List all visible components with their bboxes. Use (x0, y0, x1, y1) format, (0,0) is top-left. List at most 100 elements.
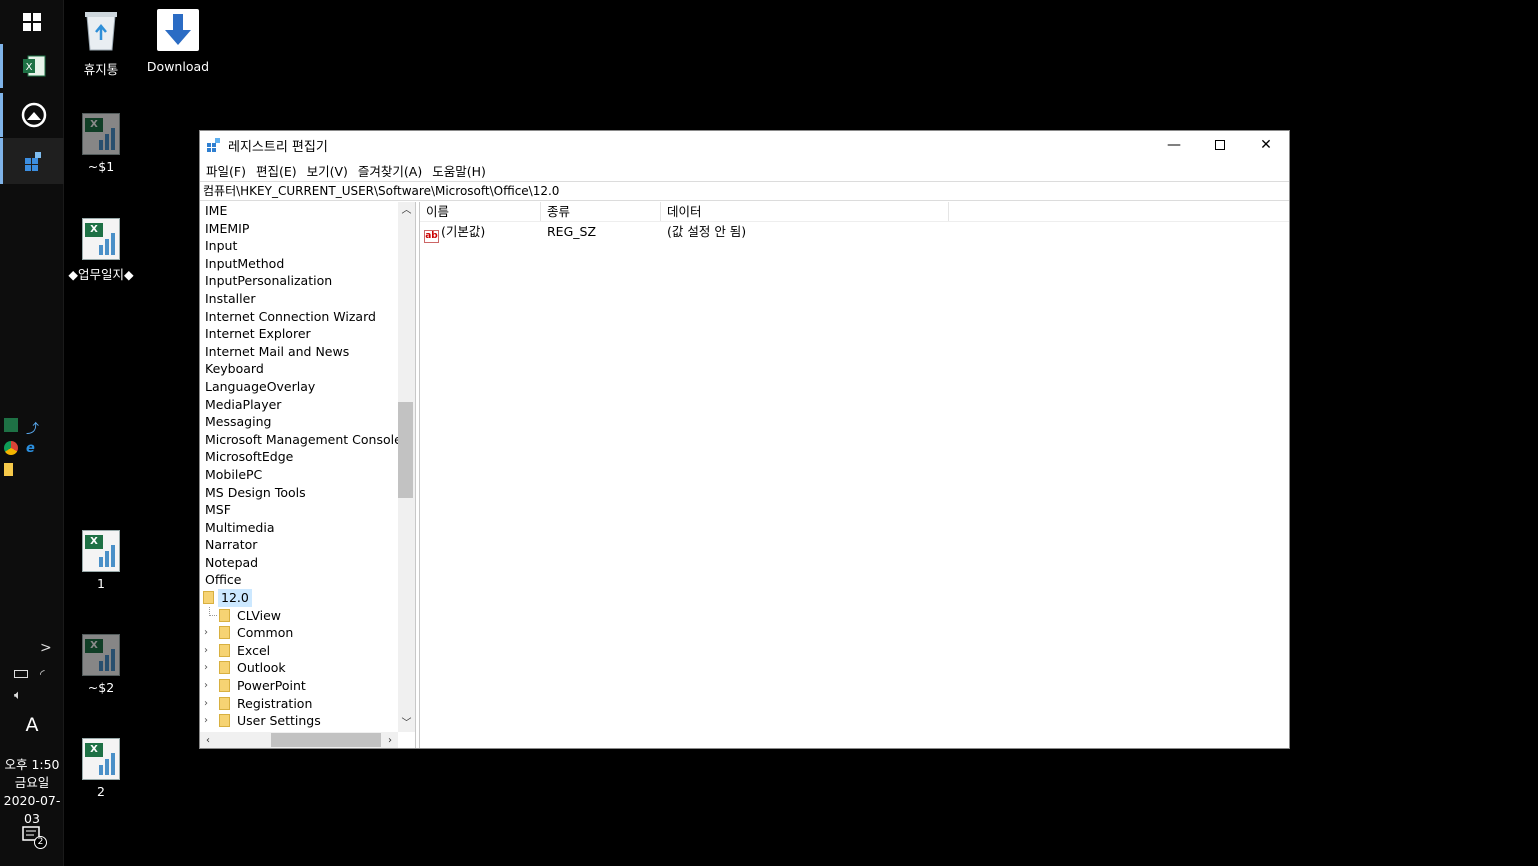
tree-item[interactable]: Keyboard (200, 360, 398, 378)
string-value-icon: ab (424, 230, 439, 243)
chrome-icon[interactable] (4, 441, 18, 455)
desktop-icon-work-log[interactable]: X ◆업무일지◆ (63, 218, 139, 283)
tree-subkey[interactable]: › Excel (200, 642, 398, 660)
tree-item[interactable]: MediaPlayer (200, 396, 398, 414)
menu-help[interactable]: 도움말(H) (428, 161, 490, 180)
tree-subkey[interactable]: › User Settings (200, 712, 398, 730)
taskbar-regedit[interactable] (0, 138, 64, 184)
tree-item[interactable]: Input (200, 237, 398, 255)
regedit-app-icon (207, 138, 220, 152)
scroll-left-icon[interactable]: ‹ (200, 732, 216, 748)
show-hidden-icons-chevron[interactable]: > (40, 640, 52, 656)
minimize-button[interactable]: — (1151, 131, 1197, 159)
folder-icon (219, 608, 230, 622)
tree-item[interactable]: MobilePC (200, 466, 398, 484)
tree-item[interactable]: Narrator (200, 536, 398, 554)
folder-icon (219, 626, 230, 640)
excel-icon: X (22, 55, 45, 77)
tree-item[interactable]: Internet Mail and News (200, 343, 398, 361)
action-center-button[interactable]: 2 (22, 826, 47, 850)
tree-subkey[interactable]: › Common (200, 624, 398, 642)
scroll-down-icon[interactable]: ﹀ (398, 715, 415, 732)
desktop-icon-excel-1[interactable]: X 1 (63, 530, 139, 591)
tree-subkey[interactable]: › PowerPoint (200, 677, 398, 695)
expand-chevron-icon[interactable]: › (204, 677, 208, 695)
menu-file[interactable]: 파일(F) (202, 161, 250, 180)
tree-item[interactable]: Internet Explorer (200, 325, 398, 343)
desktop-icon-excel-temp-2[interactable]: X ~$2 (63, 634, 139, 695)
registry-editor-window: 레지스트리 편집기 — ✕ 파일(F) 편집(E) 보기(V) 즐겨찾기(A) … (199, 130, 1290, 749)
scroll-thumb[interactable] (271, 733, 381, 747)
expand-chevron-icon[interactable]: › (204, 642, 208, 660)
scroll-up-icon[interactable]: ︿ (398, 202, 415, 219)
clock-time: 오후 1:50 (4, 757, 60, 772)
menu-view[interactable]: 보기(V) (303, 161, 352, 180)
tree-subkey[interactable]: CLView (200, 606, 398, 625)
tree-item[interactable]: MicrosoftEdge (200, 448, 398, 466)
value-row[interactable]: ab (기본값) REG_SZ (값 설정 안 됨) (420, 222, 1289, 243)
tree-horizontal-scrollbar[interactable]: ‹ › (200, 732, 398, 748)
expand-chevron-icon[interactable]: › (204, 659, 208, 677)
menu-edit[interactable]: 편집(E) (252, 161, 301, 180)
internet-explorer-icon[interactable]: e (26, 441, 35, 456)
column-header-type[interactable]: 종류 (541, 202, 661, 221)
desktop-icon-excel-temp-1[interactable]: X ~$1 (63, 113, 139, 174)
tree-item[interactable]: MSF (200, 501, 398, 519)
expand-chevron-icon[interactable]: › (204, 695, 208, 713)
volume-icon[interactable]: 🔈︎ (14, 688, 22, 703)
folder-icon (219, 679, 230, 693)
desktop-icon-excel-2[interactable]: X 2 (63, 738, 139, 799)
address-bar[interactable]: 컴퓨터\HKEY_CURRENT_USER\Software\Microsoft… (200, 181, 1289, 201)
tree-subkey[interactable]: › Registration (200, 695, 398, 713)
tree-item[interactable]: Multimedia (200, 519, 398, 537)
expand-chevron-icon[interactable]: › (204, 624, 208, 642)
maximize-button[interactable] (1197, 131, 1243, 159)
menu-favorites[interactable]: 즐겨찾기(A) (354, 161, 426, 180)
clock-date: 2020-07-03 (3, 793, 61, 826)
taskbar-app-gauge[interactable] (0, 93, 64, 137)
tree-item[interactable]: InputPersonalization (200, 272, 398, 290)
tree-item[interactable]: Notepad (200, 554, 398, 572)
start-button[interactable] (0, 0, 64, 44)
scroll-thumb[interactable] (398, 402, 413, 498)
tree-item[interactable]: Installer (200, 290, 398, 308)
desktop-icon-label: 휴지통 (83, 62, 119, 77)
values-pane: 이름 종류 데이터 ab (기본값) REG_SZ (값 설정 안 됨) (419, 202, 1289, 748)
excel-small-icon[interactable] (4, 418, 18, 432)
wifi-icon[interactable]: ◜ (40, 667, 45, 681)
tree-item[interactable]: Internet Connection Wizard (200, 308, 398, 326)
tree-connector (209, 606, 217, 616)
column-header-data[interactable]: 데이터 (661, 202, 949, 221)
tree-item[interactable]: Messaging (200, 413, 398, 431)
tree-item-office[interactable]: Office (200, 571, 398, 589)
tree-item[interactable]: IMEMIP (200, 220, 398, 238)
title-bar[interactable]: 레지스트리 편집기 — ✕ (200, 131, 1289, 159)
tree-item[interactable]: LanguageOverlay (200, 378, 398, 396)
maximize-icon (1215, 140, 1225, 150)
column-header-name[interactable]: 이름 (420, 202, 541, 221)
windows-logo-icon (23, 13, 41, 31)
key-tree[interactable]: IME IMEMIP Input InputMethod InputPerson… (200, 202, 398, 732)
tree-item[interactable]: MS Design Tools (200, 484, 398, 502)
desktop-icon-label: ~$1 (87, 159, 115, 174)
share-icon[interactable]: ⤴ (26, 418, 39, 437)
expand-chevron-icon[interactable]: › (204, 712, 208, 730)
taskbar-clock[interactable]: 오후 1:50 금요일 2020-07-03 (0, 756, 64, 828)
taskbar-excel[interactable]: X (0, 44, 64, 88)
value-name-cell: ab (기본값) (420, 222, 541, 243)
desktop-icon-recycle-bin[interactable]: 휴지통 (63, 8, 139, 78)
tree-vertical-scrollbar[interactable]: ︿ ﹀ (398, 202, 415, 732)
close-icon: ✕ (1260, 137, 1272, 153)
tree-item[interactable]: Microsoft Management Console (200, 431, 398, 449)
tree-item-selected-key[interactable]: 12.0 (200, 589, 398, 607)
input-language-indicator[interactable]: A (0, 714, 64, 736)
tree-item[interactable]: IME (200, 202, 398, 220)
tree-item[interactable]: InputMethod (200, 255, 398, 273)
folder-small-icon[interactable] (4, 463, 13, 476)
minimize-icon: — (1167, 137, 1181, 153)
battery-icon[interactable] (14, 670, 28, 678)
scroll-right-icon[interactable]: › (382, 732, 398, 748)
close-button[interactable]: ✕ (1243, 131, 1289, 159)
tree-subkey[interactable]: › Outlook (200, 659, 398, 677)
desktop-icon-download[interactable]: Download (140, 8, 216, 74)
